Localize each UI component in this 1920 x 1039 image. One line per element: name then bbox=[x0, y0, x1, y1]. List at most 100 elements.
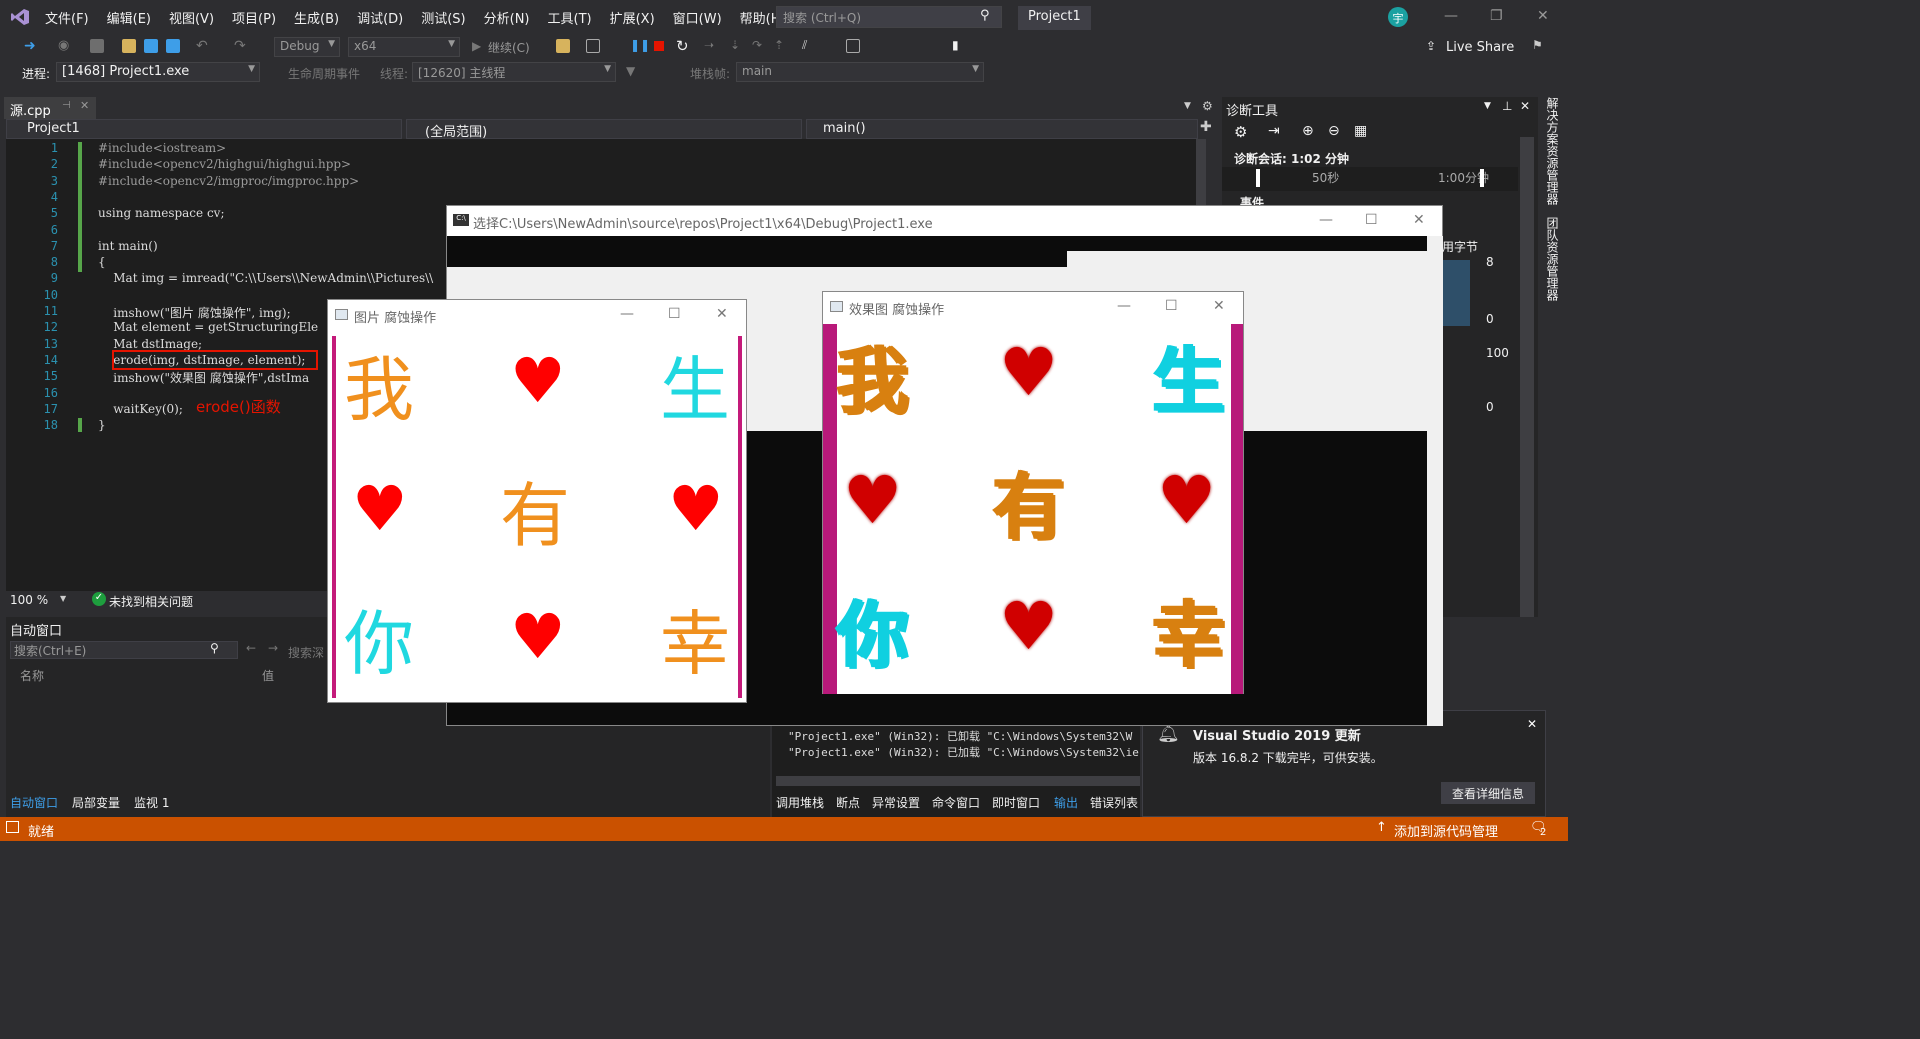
open-icon[interactable] bbox=[122, 39, 136, 53]
console-titlebar[interactable]: C:\ 选择C:\Users\NewAdmin\source\repos\Pro… bbox=[447, 206, 1442, 236]
column-value[interactable]: 值 bbox=[262, 667, 274, 684]
config-select[interactable]: Debug ▼ bbox=[274, 37, 340, 57]
restore-icon[interactable]: ❐ bbox=[1490, 8, 1503, 24]
hex-icon[interactable]: ⫽ bbox=[802, 38, 807, 53]
code-line[interactable]: Mat element = getStructuringEle bbox=[98, 320, 318, 334]
zoom-in-icon[interactable]: ⊕ bbox=[1302, 123, 1314, 139]
undo-icon[interactable]: ↶ bbox=[196, 38, 208, 54]
live-share-button[interactable]: Live Share bbox=[1446, 40, 1514, 55]
show-next-statement-icon[interactable]: ➝ bbox=[704, 38, 714, 52]
result-image-window[interactable]: 效果图 腐蚀操作 — ☐ ✕ 我 ♥ 生 ♥ 有 ♥ 你 ♥ 幸 bbox=[822, 291, 1244, 694]
code-line[interactable]: int main() bbox=[98, 239, 158, 253]
step-into-icon[interactable]: ⇣ bbox=[730, 38, 740, 52]
bookmark-icon[interactable]: ▮ bbox=[952, 38, 959, 52]
platform-select[interactable]: x64 ▼ bbox=[348, 37, 460, 57]
code-line[interactable]: #include<iostream> bbox=[98, 141, 226, 155]
settings-icon[interactable]: ⚙ bbox=[1234, 123, 1247, 141]
pin-icon[interactable]: ⊣ bbox=[62, 100, 71, 111]
lifecycle-events-button[interactable]: 生命周期事件 bbox=[288, 65, 360, 82]
scope-nav-select[interactable]: (全局范围) bbox=[406, 119, 802, 140]
zoom-level[interactable]: 100 % bbox=[10, 593, 48, 607]
tab-locals[interactable]: 局部变量 bbox=[72, 794, 120, 811]
column-name[interactable]: 名称 bbox=[20, 667, 44, 684]
timeline-ruler[interactable]: 50秒 1:00分钟 bbox=[1222, 167, 1518, 191]
close-icon[interactable]: ✕ bbox=[1213, 298, 1225, 314]
console-scrollbar[interactable] bbox=[1427, 236, 1443, 726]
pin-icon[interactable]: ⊥ bbox=[1502, 99, 1512, 113]
menu-file[interactable]: 文件(F) bbox=[36, 8, 98, 27]
menu-analyze[interactable]: 分析(N) bbox=[475, 8, 539, 27]
forward-arrow-icon[interactable]: → bbox=[268, 641, 278, 655]
tab-team-explorer[interactable]: 团队资源管理器 bbox=[1544, 217, 1561, 301]
code-line[interactable]: imshow("效果图 腐蚀操作",dstIma bbox=[98, 369, 309, 386]
new-project-icon[interactable] bbox=[90, 39, 104, 53]
tab-error-list[interactable]: 错误列表 bbox=[1090, 794, 1138, 811]
issues-status[interactable]: 未找到相关问题 bbox=[109, 593, 193, 610]
chevron-down-icon[interactable]: ▼ bbox=[60, 594, 66, 603]
redo-icon[interactable]: ↷ bbox=[234, 38, 246, 54]
restart-icon[interactable]: ↻ bbox=[676, 37, 689, 55]
code-line[interactable]: waitKey(0); bbox=[98, 402, 183, 416]
close-icon[interactable]: ✕ bbox=[1413, 212, 1425, 228]
close-icon[interactable]: ✕ bbox=[1537, 8, 1549, 24]
close-icon[interactable]: ✕ bbox=[1520, 99, 1530, 113]
split-icon[interactable]: ✚ bbox=[1200, 119, 1212, 135]
diagnostics-scrollbar[interactable] bbox=[1520, 137, 1534, 617]
autos-search-input[interactable]: 搜索(Ctrl+E) bbox=[10, 641, 238, 659]
search-icon[interactable]: ⚲ bbox=[210, 641, 219, 655]
minimize-icon[interactable]: — bbox=[1444, 8, 1458, 24]
continue-button[interactable]: 继续(C) bbox=[488, 39, 530, 56]
menu-test[interactable]: 测试(S) bbox=[412, 8, 474, 27]
dropdown-icon[interactable]: ▼ bbox=[1484, 101, 1491, 111]
feedback-icon[interactable]: ⚑ bbox=[1532, 38, 1543, 52]
tab-immediate-window[interactable]: 即时窗口 bbox=[992, 794, 1040, 811]
step-out-icon[interactable]: ⇡ bbox=[774, 38, 784, 52]
code-line[interactable]: #include<opencv2/highgui/highgui.hpp> bbox=[98, 157, 351, 171]
project-nav-select[interactable]: Project1 bbox=[6, 119, 402, 139]
search-icon[interactable]: ⚲ bbox=[980, 8, 990, 23]
code-line[interactable]: Mat img = imread("C:\\Users\\NewAdmin\\P… bbox=[98, 271, 433, 285]
source-image-window[interactable]: 图片 腐蚀操作 — ☐ ✕ 我 ♥ 生 ♥ 有 ♥ 你 ♥ 幸 bbox=[327, 299, 747, 703]
menu-extensions[interactable]: 扩展(X) bbox=[601, 8, 664, 27]
thread-select[interactable]: [12620] 主线程 ▼ bbox=[412, 62, 616, 82]
tab-autos[interactable]: 自动窗口 bbox=[10, 794, 58, 811]
menu-edit[interactable]: 编辑(E) bbox=[98, 8, 160, 27]
continue-icon[interactable]: ▶ bbox=[472, 39, 481, 53]
maximize-icon[interactable]: ☐ bbox=[1165, 298, 1178, 314]
menu-debug[interactable]: 调试(D) bbox=[348, 8, 412, 27]
source-window-titlebar[interactable]: 图片 腐蚀操作 — ☐ ✕ bbox=[328, 300, 746, 330]
menu-window[interactable]: 窗口(W) bbox=[664, 8, 731, 27]
pause-icon[interactable]: ❚❚ bbox=[630, 38, 650, 52]
live-share-icon[interactable]: ⇪ bbox=[1426, 39, 1436, 53]
threads-icon[interactable] bbox=[846, 39, 860, 53]
tab-close-icon[interactable]: ✕ bbox=[80, 99, 89, 112]
maximize-icon[interactable]: ☐ bbox=[668, 306, 681, 322]
code-line[interactable]: } bbox=[98, 418, 106, 432]
forward-icon[interactable]: ◉ bbox=[58, 38, 69, 53]
menu-tools[interactable]: 工具(T) bbox=[539, 8, 601, 27]
tab-source-cpp[interactable]: 源.cpp ⊣ ✕ bbox=[4, 97, 96, 119]
tab-breakpoints[interactable]: 断点 bbox=[836, 794, 860, 811]
filter-icon[interactable]: ▼ bbox=[626, 64, 635, 78]
reset-zoom-icon[interactable]: ▦ bbox=[1354, 123, 1367, 139]
minimize-icon[interactable]: — bbox=[1117, 298, 1131, 314]
search-input[interactable]: 搜索 (Ctrl+Q) bbox=[776, 6, 1002, 28]
browser-icon[interactable] bbox=[586, 39, 600, 53]
code-line[interactable]: Mat dstImage; bbox=[98, 337, 202, 351]
step-over-icon[interactable]: ↷ bbox=[752, 38, 762, 52]
process-select[interactable]: [1468] Project1.exe ▼ bbox=[56, 62, 260, 82]
result-window-titlebar[interactable]: 效果图 腐蚀操作 — ☐ ✕ bbox=[823, 292, 1243, 322]
tab-solution-explorer[interactable]: 解决方案资源管理器 bbox=[1544, 97, 1561, 205]
timeline-range-start[interactable] bbox=[1256, 169, 1260, 187]
back-arrow-icon[interactable]: ← bbox=[246, 641, 256, 655]
tab-exception-settings[interactable]: 异常设置 bbox=[872, 794, 920, 811]
code-line[interactable]: #include<opencv2/imgproc/imgproc.hpp> bbox=[98, 174, 359, 188]
notification-close-icon[interactable]: ✕ bbox=[1527, 717, 1537, 731]
stack-frame-select[interactable]: main ▼ bbox=[736, 62, 984, 82]
tab-watch[interactable]: 监视 1 bbox=[134, 794, 169, 811]
horizontal-scrollbar[interactable] bbox=[776, 776, 1140, 786]
minimize-icon[interactable]: — bbox=[1319, 212, 1333, 228]
tab-call-stack[interactable]: 调用堆栈 bbox=[776, 794, 824, 811]
menu-project[interactable]: 项目(P) bbox=[223, 8, 285, 27]
zoom-out-icon[interactable]: ⊖ bbox=[1328, 123, 1340, 139]
